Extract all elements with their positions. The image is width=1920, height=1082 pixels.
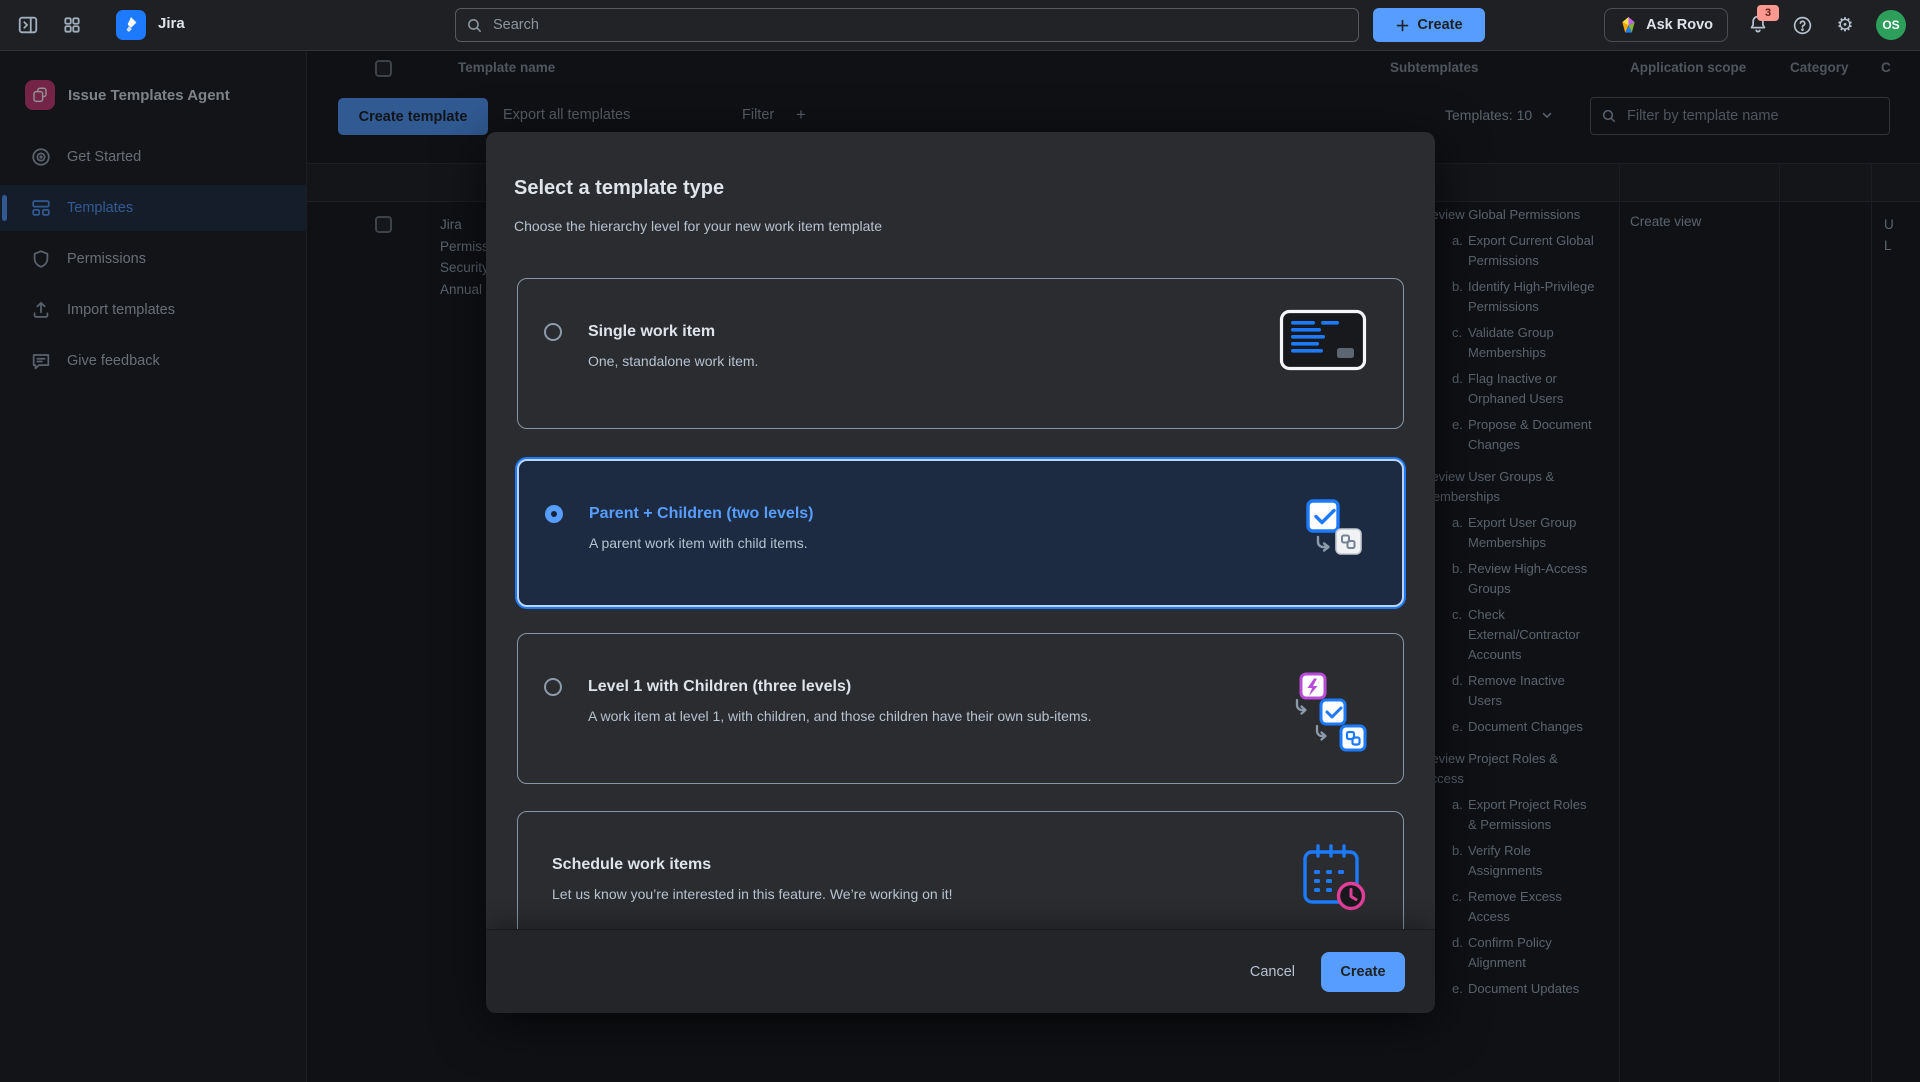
option-description: A work item at level 1, with children, a… <box>588 708 1287 724</box>
user-avatar[interactable]: OS <box>1876 10 1906 40</box>
plus-icon <box>1395 18 1410 33</box>
option-single-work-item[interactable]: Single work item One, standalone work it… <box>517 278 1404 429</box>
notification-count-badge: 3 <box>1757 5 1779 21</box>
notifications-bell-icon[interactable]: 3 <box>1747 13 1771 37</box>
ask-rovo-button[interactable]: Ask Rovo <box>1604 8 1728 42</box>
sidebar-toggle-icon[interactable] <box>12 9 44 41</box>
dialog-footer: Cancel Create <box>486 929 1435 1013</box>
rovo-icon <box>1619 16 1638 35</box>
top-navigation-bar: Jira Create Ask Rovo 3 <box>0 0 1920 51</box>
create-button[interactable]: Create <box>1373 8 1485 42</box>
parent-children-icon <box>1296 499 1366 565</box>
option-description: Let us know you’re interested in this fe… <box>552 886 1301 902</box>
app-switcher-icon[interactable] <box>56 9 88 41</box>
option-title: Parent + Children (two levels) <box>589 503 1296 525</box>
option-description: A parent work item with child items. <box>589 535 1296 551</box>
calendar-clock-icon <box>1301 842 1367 912</box>
app-name: Jira <box>158 15 185 32</box>
dialog-title: Select a template type <box>514 177 724 200</box>
option-description: One, standalone work item. <box>588 353 1279 369</box>
option-title: Single work item <box>588 321 1279 343</box>
search-input[interactable] <box>491 16 1348 34</box>
select-template-type-dialog: Select a template type Choose the hierar… <box>486 132 1435 1013</box>
option-level1-with-children[interactable]: Level 1 with Children (three levels) A w… <box>517 633 1404 784</box>
app-root: Jira Create Ask Rovo 3 <box>0 0 1920 1082</box>
three-level-hierarchy-icon <box>1287 672 1367 754</box>
topbar-right-cluster: Ask Rovo 3 ⚙ OS <box>1604 8 1906 42</box>
option-title: Schedule work items <box>552 854 1301 876</box>
radio-unselected[interactable] <box>544 678 562 696</box>
option-parent-children[interactable]: Parent + Children (two levels) A parent … <box>517 459 1404 607</box>
cancel-button[interactable]: Cancel <box>1234 954 1311 990</box>
jira-logo[interactable] <box>116 10 146 40</box>
help-icon[interactable] <box>1790 13 1814 37</box>
create-confirm-button[interactable]: Create <box>1321 952 1405 992</box>
search-icon <box>466 17 483 34</box>
radio-selected[interactable] <box>545 505 563 523</box>
option-title: Level 1 with Children (three levels) <box>588 676 1287 698</box>
dialog-subtitle: Choose the hierarchy level for your new … <box>514 218 882 234</box>
radio-unselected[interactable] <box>544 323 562 341</box>
global-search[interactable] <box>455 8 1359 42</box>
settings-gear-icon[interactable]: ⚙ <box>1833 13 1857 37</box>
single-work-item-icon <box>1279 309 1367 371</box>
